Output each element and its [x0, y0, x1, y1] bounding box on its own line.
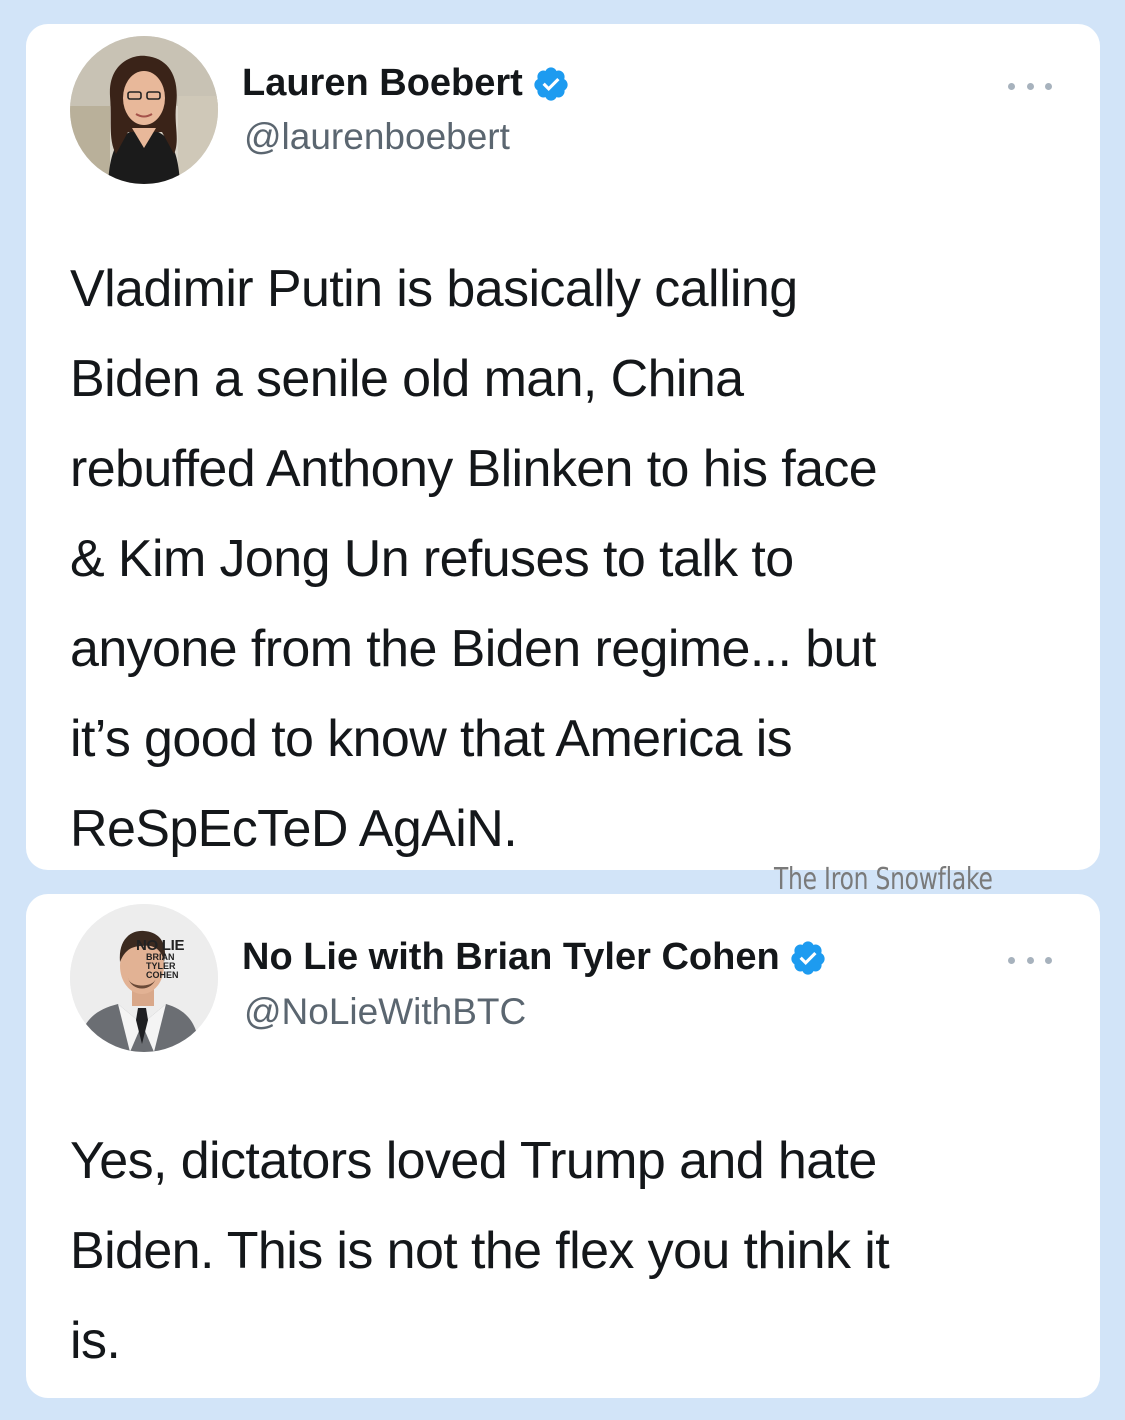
- dot: [1045, 82, 1052, 90]
- tweet-card-2: NO LIE BRIAN TYLER COHEN No Lie with Bri…: [26, 894, 1100, 1398]
- logo-text: COHEN: [146, 970, 179, 980]
- author-name-row[interactable]: No Lie with Brian Tyler Cohen: [242, 936, 827, 979]
- more-options-icon[interactable]: [1008, 948, 1052, 972]
- tweet-text: Yes, dictators loved Trump and hate Bide…: [70, 1116, 1080, 1386]
- watermark: The Iron Snowflake: [774, 862, 993, 897]
- tweet-text-line: it’s good to know that America is: [70, 710, 793, 768]
- tweet-text-line: Biden a senile old man, China: [70, 350, 744, 408]
- tweet-text-line: ReSpEcTeD AgAiN.: [70, 800, 518, 858]
- dot: [1008, 956, 1015, 964]
- author-handle[interactable]: @laurenboebert: [244, 116, 510, 158]
- tweet-text-line: & Kim Jong Un refuses to talk to: [70, 530, 794, 588]
- dot: [1026, 82, 1034, 90]
- author-handle[interactable]: @NoLieWithBTC: [244, 991, 526, 1033]
- verified-badge-icon: [532, 65, 570, 103]
- logo-text: NO LIE: [136, 937, 185, 954]
- tweet-text-line: Yes, dictators loved Trump and hate: [70, 1132, 877, 1190]
- author-name-row[interactable]: Lauren Boebert: [242, 62, 570, 105]
- avatar[interactable]: [70, 36, 218, 184]
- tweet-text-line: rebuffed Anthony Blinken to his face: [70, 440, 878, 498]
- dot: [1008, 82, 1015, 90]
- tweet-text: Vladimir Putin is basically calling Bide…: [70, 244, 1080, 874]
- tweet-text-line: anyone from the Biden regime... but: [70, 620, 876, 678]
- dot: [1026, 956, 1034, 964]
- avatar-logo: NO LIE BRIAN TYLER COHEN: [136, 938, 206, 980]
- verified-badge-icon: [789, 939, 827, 977]
- author-name[interactable]: Lauren Boebert: [242, 62, 523, 105]
- avatar[interactable]: NO LIE BRIAN TYLER COHEN: [70, 904, 218, 1052]
- tweet-text-line: Vladimir Putin is basically calling: [70, 260, 798, 318]
- tweet-text-line: Biden. This is not the flex you think it: [70, 1222, 890, 1280]
- tweet-card-1: Lauren Boebert @laurenboebert Vladimir P…: [26, 24, 1100, 870]
- more-options-icon[interactable]: [1008, 74, 1052, 98]
- dot: [1045, 956, 1052, 964]
- tweet-text-line: is.: [70, 1312, 121, 1370]
- author-name[interactable]: No Lie with Brian Tyler Cohen: [242, 936, 780, 979]
- profile-photo-icon: [70, 36, 218, 184]
